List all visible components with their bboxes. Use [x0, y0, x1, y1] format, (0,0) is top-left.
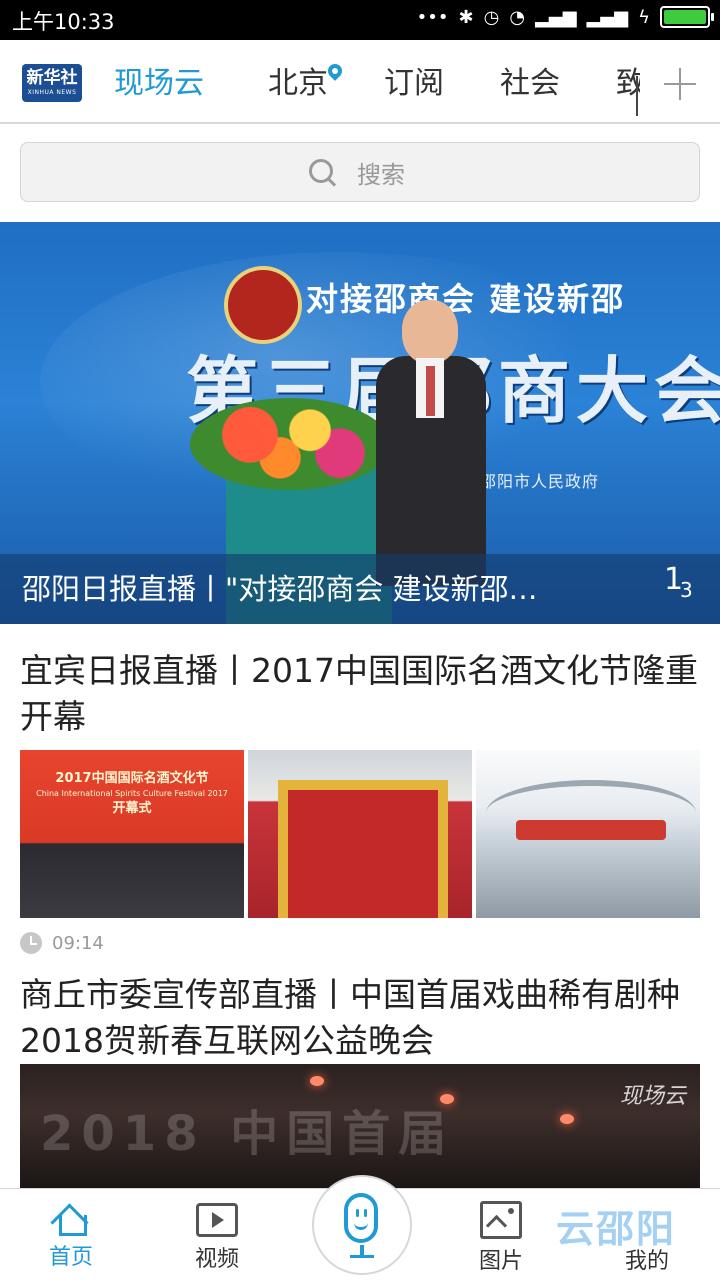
clock-icon [20, 932, 42, 954]
top-nav: 新华社 XINHUA NEWS 现场云 北京 订阅 社会 致 [0, 40, 720, 124]
app-watermark: 云邵阳 [556, 1207, 677, 1251]
charging-icon: ϟ [638, 6, 650, 28]
video-icon [196, 1203, 238, 1237]
battery-icon [660, 6, 714, 28]
home-icon [51, 1199, 91, 1236]
tab-subscribe[interactable]: 订阅 [384, 60, 444, 108]
wifi-icon: ◔ [509, 6, 526, 28]
nav-home[interactable]: 首页 [16, 1199, 126, 1271]
video-thumbnail[interactable]: 2018 中国首届 现场云 [20, 1064, 700, 1188]
bluetooth-icon: ✱ [458, 6, 474, 28]
banner-caption: 邵阳日报直播丨"对接邵商会 建设新邵… [22, 572, 538, 606]
signal-icon: ▂▄▆ [535, 6, 577, 28]
search-placeholder: 搜索 [357, 160, 405, 189]
thumbnail-2[interactable] [248, 750, 472, 918]
tab-beijing[interactable]: 北京 [268, 60, 328, 108]
status-bar: 上午10:33 ••• ✱ ◷ ◔ ▂▄▆ ▂▄▆ ϟ [0, 0, 720, 40]
featured-banner[interactable]: 对接邵商会 建设新邵 第三届邵商大会 邵阳市人民政府 邵阳日报直播丨"对接邵商会… [0, 222, 720, 624]
article-meta: 09:14 [20, 932, 104, 954]
video-watermark: 现场云 [619, 1084, 686, 1109]
signal-icon-2: ▂▄▆ [586, 6, 629, 28]
nav-video-label: 视频 [194, 1247, 239, 1272]
thumbnail-3[interactable] [476, 750, 700, 918]
thumbnail-title: 2017中国国际名酒文化节 [55, 771, 209, 786]
status-icons: ••• ✱ ◷ ◔ ▂▄▆ ▂▄▆ ϟ [416, 6, 714, 28]
xinhua-logo[interactable]: 新华社 XINHUA NEWS [22, 64, 82, 102]
banner-organizer: 邵阳市人民政府 [480, 472, 600, 491]
article-title[interactable]: 宜宾日报直播丨2017中国国际名酒文化节隆重开幕 [20, 648, 700, 740]
voice-button[interactable] [312, 1175, 412, 1275]
nav-images-label: 图片 [478, 1249, 523, 1274]
pager-total: 3 [680, 578, 693, 602]
thumbnail-subtitle: China International Spirits Culture Fest… [36, 789, 228, 798]
article-time: 09:14 [52, 932, 104, 954]
banner-flowers [190, 398, 390, 490]
tab-divider [636, 76, 638, 116]
logo-text: 新华社 [26, 68, 78, 88]
more-dots-icon: ••• [416, 6, 449, 28]
article-card[interactable]: 宜宾日报直播丨2017中国国际名酒文化节隆重开幕 [20, 648, 700, 740]
nav-images[interactable]: 图片 [446, 1199, 556, 1275]
stage-light [560, 1114, 574, 1124]
mic-icon [344, 1193, 378, 1243]
video-thumbnail-text: 2018 中国首届 [40, 1106, 455, 1162]
article-thumbnails[interactable]: 2017中国国际名酒文化节 China International Spirit… [20, 750, 700, 918]
article-title[interactable]: 商丘市委宣传部直播丨中国首届戏曲稀有剧种2018贺新春互联网公益晚会 [20, 972, 700, 1064]
location-pin-icon [325, 61, 345, 81]
thumbnail-caption: 开幕式 [112, 801, 152, 816]
banner-speaker [376, 300, 486, 586]
status-time: 上午10:33 [12, 10, 115, 34]
tab-society[interactable]: 社会 [500, 60, 560, 108]
article-card[interactable]: 商丘市委宣传部直播丨中国首届戏曲稀有剧种2018贺新春互联网公益晚会 [20, 972, 700, 1064]
nav-home-label: 首页 [48, 1245, 93, 1270]
nav-video[interactable]: 视频 [162, 1199, 272, 1273]
alarm-icon: ◷ [483, 6, 500, 28]
channel-tabs: 现场云 北京 订阅 社会 致 [100, 60, 640, 108]
logo-subtext: XINHUA NEWS [27, 89, 77, 96]
add-channel-button[interactable] [660, 64, 700, 104]
search-bar[interactable]: 搜索 [20, 142, 700, 202]
thumbnail-1[interactable]: 2017中国国际名酒文化节 China International Spirit… [20, 750, 244, 918]
search-icon [307, 157, 337, 187]
image-icon [480, 1201, 522, 1239]
stage-light [310, 1076, 324, 1086]
tab-xianchangyun[interactable]: 现场云 [114, 60, 204, 108]
stage-light [440, 1094, 454, 1104]
